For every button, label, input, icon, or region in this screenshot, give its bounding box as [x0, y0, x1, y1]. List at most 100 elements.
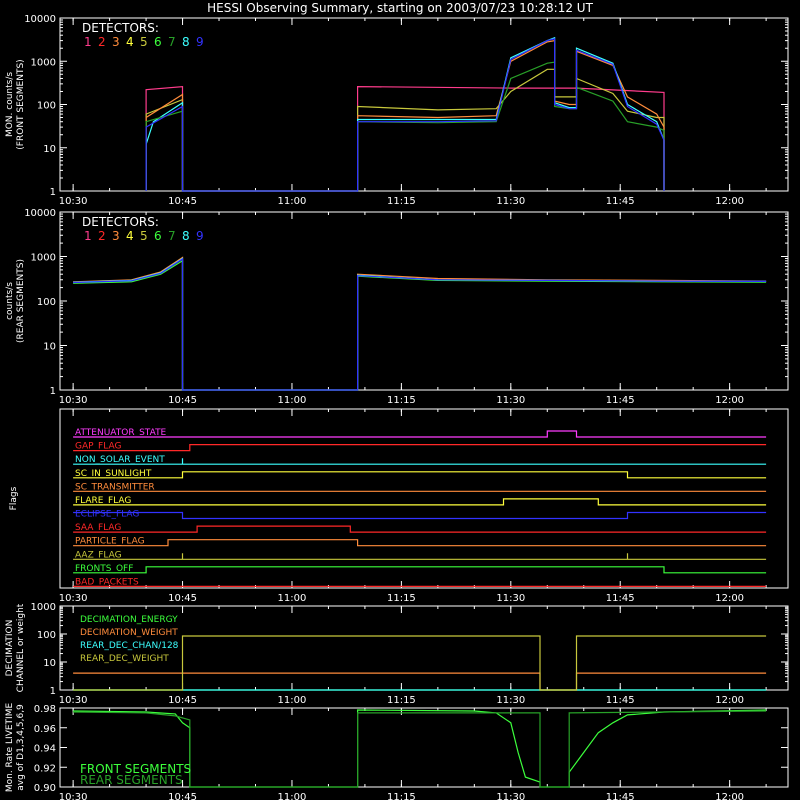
livetime-panel: 10:30 10:45 11:00 11:15 11:30 11:45 12:00 Mon. … [5, 703, 789, 800]
flag-label: SC_TRANSMITTER [75, 482, 155, 492]
x-tick-label: 11:45 [606, 695, 635, 706]
flag-label: AAZ_FLAG [75, 550, 122, 560]
y-tick-label: 1000 [31, 253, 56, 264]
x-tick-label: 10:30 [59, 792, 88, 800]
flag-line-flare-flag [73, 498, 767, 506]
flag-label: SC_IN_SUNLIGHT [75, 469, 152, 479]
x-tick-label: 11:45 [606, 792, 635, 800]
legend-entry: DECIMATION_ENERGY [80, 615, 178, 625]
y-tick-label: 1000 [31, 57, 56, 68]
x-tick-label: 12:00 [715, 395, 744, 406]
x-tick-label: 10:30 [59, 593, 88, 604]
flag-line-saa-flag [73, 525, 767, 533]
legend-detector-3: 3 [112, 35, 120, 49]
flag-label: ATTENUATOR_STATE [75, 428, 167, 438]
legend-detector-7: 7 [168, 229, 176, 243]
x-tick-label: 10:30 [59, 196, 88, 207]
flag-label: SAA_FLAG [75, 523, 121, 533]
flag-label: PARTICLE_FLAG [75, 537, 145, 547]
y-tick-label: 0.94 [34, 744, 56, 755]
x-tick-label: 11:45 [606, 593, 635, 604]
flag-line-fronts-off [73, 566, 767, 574]
x-tick-label: 11:00 [278, 593, 307, 604]
flag-label: ECLIPSE_FLAG [75, 510, 139, 520]
legend-title: DETECTORS: [82, 21, 159, 35]
legend-detector-4: 4 [126, 35, 134, 49]
y-axis-label: avg of D1,3,4,5,6,9 [16, 704, 26, 791]
y-axis-label: MON. counts/s [5, 72, 15, 137]
flag-label: NON_SOLAR_EVENT [75, 455, 165, 465]
legend-entry: REAR_DEC_CHAN/128 [80, 641, 179, 651]
legend-detector-7: 7 [168, 35, 176, 49]
flags-frame [59, 408, 789, 589]
legend-entry: DECIMATION_WEIGHT [80, 628, 178, 638]
flag-label: FLARE_FLAG [75, 496, 131, 506]
x-tick-label: 11:30 [496, 395, 525, 406]
x-tick-label: 11:15 [387, 695, 416, 706]
x-tick-label: 11:30 [496, 695, 525, 706]
legend-detector-2: 2 [98, 35, 106, 49]
legend-detector-5: 5 [140, 229, 148, 243]
legend-detector-4: 4 [126, 229, 134, 243]
rear-panel: 10:30 10:45 11:00 11:15 11:30 11:45 12:00 count… [5, 208, 789, 406]
x-tick-label: 11:00 [278, 695, 307, 706]
flag-line-attenuator-state [73, 430, 767, 438]
flag-label: GAP_FLAG [75, 442, 121, 452]
y-tick-label: 0.96 [34, 724, 56, 735]
legend-detector-6: 6 [154, 229, 162, 243]
y-tick-label: 10000 [24, 208, 56, 219]
legend-detector-6: 6 [154, 35, 162, 49]
decimation-panel: 10:30 10:45 11:00 11:15 11:30 11:45 12:00 DECIM… [5, 602, 789, 706]
flag-line-gap-flag [73, 444, 767, 452]
y-tick-label: 10 [43, 144, 56, 155]
y-tick-label: 0.92 [34, 763, 56, 774]
y-tick-label: 10 [43, 658, 56, 669]
x-tick-label: 11:45 [606, 395, 635, 406]
x-tick-label: 11:30 [496, 196, 525, 207]
flag-line-particle-flag [73, 539, 767, 547]
legend-detector-1: 1 [84, 35, 92, 49]
x-tick-label: 11:15 [387, 395, 416, 406]
x-tick-label: 10:45 [168, 695, 197, 706]
legend-detector-8: 8 [182, 35, 190, 49]
y-tick-label: 100 [37, 101, 56, 112]
y-axis-label: DECIMATION [5, 620, 15, 677]
legend-title: DETECTORS: [82, 215, 159, 229]
y-tick-label: 10000 [24, 14, 56, 25]
flag-line-sc-in-sunlight [73, 471, 767, 479]
legend-detector-5: 5 [140, 35, 148, 49]
front-series-3 [145, 36, 665, 192]
x-tick-label: 11:15 [387, 593, 416, 604]
legend-entry: REAR_DEC_WEIGHT [80, 654, 169, 664]
front-series-5 [145, 38, 665, 192]
flag-line-non-solar-event [73, 458, 767, 465]
legend-detector-8: 8 [182, 229, 190, 243]
x-tick-label: 11:00 [278, 196, 307, 207]
flag-label: FRONTS_OFF [75, 564, 133, 574]
y-tick-label: 1 [50, 686, 56, 697]
x-tick-label: 12:00 [715, 695, 744, 706]
x-tick-label: 10:30 [59, 695, 88, 706]
rear-series-3 [73, 257, 767, 391]
y-tick-label: 10 [43, 342, 56, 353]
flag-line-eclipse-flag [73, 511, 767, 520]
x-tick-label: 11:00 [278, 395, 307, 406]
x-tick-label: 10:30 [59, 395, 88, 406]
x-tick-label: 12:00 [715, 792, 744, 800]
x-tick-label: 11:15 [387, 196, 416, 207]
flag-line-aaz-flag [73, 553, 767, 560]
x-tick-label: 10:45 [168, 792, 197, 800]
x-tick-label: 12:00 [715, 593, 744, 604]
y-tick-label: 0.90 [34, 783, 56, 794]
legend-detector-9: 9 [196, 35, 204, 49]
x-tick-label: 12:00 [715, 196, 744, 207]
legend-detector-2: 2 [98, 229, 106, 243]
x-tick-label: 10:45 [168, 395, 197, 406]
legend-detector-9: 9 [196, 229, 204, 243]
x-tick-label: 11:30 [496, 593, 525, 604]
decimation-series-decimation-weight [73, 672, 767, 691]
y-axis-label: Flags [9, 486, 19, 510]
y-tick-label: 1 [50, 386, 56, 397]
front-series-4 [145, 61, 665, 192]
y-tick-label: 0.98 [34, 704, 56, 715]
